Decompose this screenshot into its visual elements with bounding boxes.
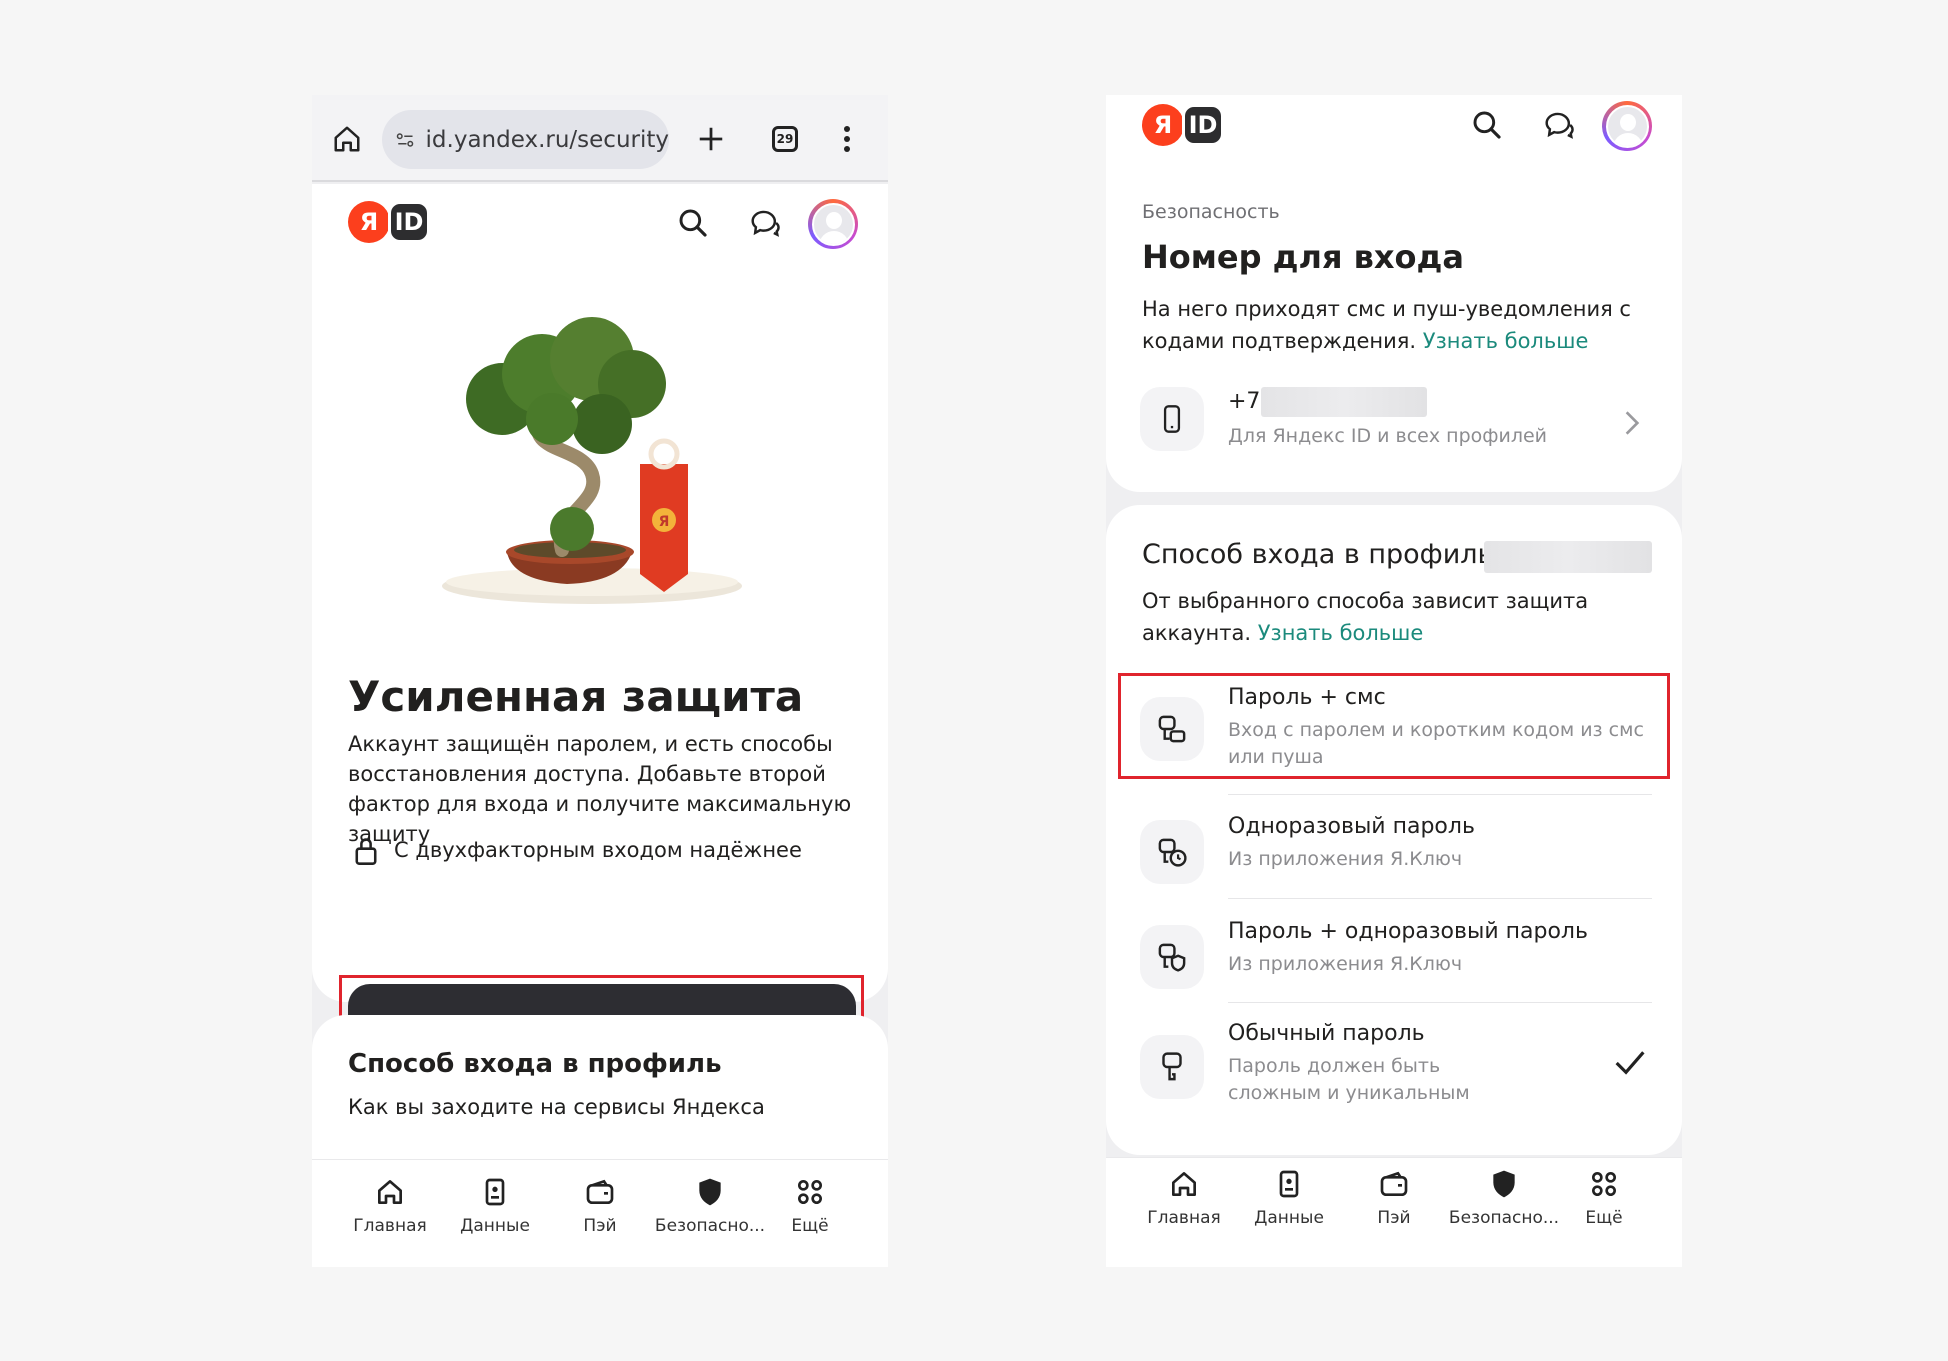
option-regular-password[interactable]: Обычный пароль Пароль должен быть сложны… xyxy=(1106,1017,1682,1117)
option-icon-tile xyxy=(1140,697,1204,761)
nav-home[interactable]: Главная xyxy=(335,1176,445,1236)
option-title: Одноразовый пароль xyxy=(1228,814,1475,839)
wallet-icon xyxy=(1380,1171,1408,1196)
shield-icon xyxy=(699,1178,721,1206)
chat-icon[interactable] xyxy=(749,208,781,238)
option-subtitle: Вход с паролем и коротким кодом из смс и… xyxy=(1228,719,1644,768)
yandex-id-logo[interactable]: Я ID xyxy=(1142,104,1224,146)
option-icon-tile xyxy=(1140,820,1204,884)
profile-name-redacted xyxy=(1484,541,1652,573)
chevron-right-icon xyxy=(1625,411,1640,435)
nav-data[interactable]: Данные xyxy=(440,1176,550,1236)
nav-security[interactable]: Безопасно... xyxy=(650,1176,770,1236)
nav-home[interactable]: Главная xyxy=(1129,1168,1239,1228)
grid-icon xyxy=(1592,1172,1616,1196)
bonsai-illustration: Я xyxy=(442,317,742,604)
divider xyxy=(1228,898,1652,899)
search-icon[interactable] xyxy=(1471,109,1503,141)
hero-card: Я ID Я Усиленная защита Аккаунт защищён … xyxy=(312,184,888,1075)
key-shield-icon xyxy=(1158,943,1186,972)
shield-icon xyxy=(1493,1170,1515,1198)
bottom-navigation: Главная Данные Пэй Безопасно... Ещё xyxy=(1106,1157,1682,1267)
wallet-icon xyxy=(586,1179,614,1204)
hero-hint: С двухфакторным входом надёжнее xyxy=(394,838,802,862)
phone-section-title: Номер для входа xyxy=(1142,238,1464,276)
browser-toolbar: id.yandex.ru/security 29 xyxy=(312,95,888,182)
yandex-id-logo[interactable]: Я ID xyxy=(348,201,430,243)
address-bar[interactable]: id.yandex.ru/security xyxy=(382,110,669,169)
grid-icon xyxy=(798,1180,822,1204)
smartphone-icon xyxy=(1163,405,1181,433)
option-icon-tile xyxy=(1140,1035,1204,1099)
id-card-icon xyxy=(1279,1170,1299,1198)
site-settings-icon[interactable] xyxy=(396,128,416,152)
hero-title: Усиленная защита xyxy=(348,672,804,721)
key-message-icon xyxy=(1158,715,1186,743)
login-method-subtitle: Как вы заходите на сервисы Яндекса xyxy=(348,1095,765,1119)
option-subtitle: Из приложения Я.Ключ xyxy=(1228,953,1463,975)
left-phone-screen: id.yandex.ru/security 29 Я ID Я Усиленна… xyxy=(312,95,888,1267)
bottom-navigation: Главная Данные Пэй Безопасно... Ещё xyxy=(312,1159,888,1267)
nav-security[interactable]: Безопасно... xyxy=(1444,1168,1564,1228)
tag-letter: Я xyxy=(659,514,670,530)
option-password-otp[interactable]: Пароль + одноразовый пароль Из приложени… xyxy=(1106,913,1682,1001)
breadcrumb[interactable]: Безопасность xyxy=(1142,201,1280,223)
option-password-sms[interactable]: Пароль + смс Вход с паролем и коротким к… xyxy=(1106,681,1682,777)
nav-pay[interactable]: Пэй xyxy=(545,1176,655,1236)
home-icon xyxy=(1172,1172,1196,1196)
nav-more[interactable]: Ещё xyxy=(1549,1168,1659,1228)
login-method-title: Способ входа в профиль xyxy=(348,1049,722,1079)
nav-more[interactable]: Ещё xyxy=(755,1176,865,1236)
url-text[interactable]: id.yandex.ru/security xyxy=(426,127,669,153)
new-tab-icon[interactable] xyxy=(696,124,726,154)
right-phone-screen: Я ID Безопасность Номер для входа На нег… xyxy=(1106,95,1682,1267)
checkmark-icon xyxy=(1615,1051,1645,1075)
login-method-card: Способ входа в профиль От выбранного спо… xyxy=(1106,505,1682,1155)
option-subtitle: Из приложения Я.Ключ xyxy=(1228,848,1463,870)
divider xyxy=(1228,1002,1652,1003)
option-subtitle: Пароль должен быть сложным и уникальным xyxy=(1228,1055,1470,1104)
more-menu-icon[interactable] xyxy=(842,124,852,154)
phone-section-description: На него приходят смс и пуш-уведомления с… xyxy=(1142,297,1631,353)
key-icon xyxy=(1162,1052,1182,1081)
key-clock-icon xyxy=(1158,838,1187,867)
nav-pay[interactable]: Пэй xyxy=(1339,1168,1449,1228)
login-method-description: От выбранного способа зависит защита акк… xyxy=(1142,589,1589,645)
phone-number-row[interactable]: +7 Для Яндекс ID и всех профилей xyxy=(1106,385,1682,465)
phone-subtitle: Для Яндекс ID и всех профилей xyxy=(1228,425,1548,447)
home-icon[interactable] xyxy=(332,124,362,154)
learn-more-link[interactable]: Узнать больше xyxy=(1258,621,1424,645)
login-method-title: Способ входа в профиль xyxy=(1142,539,1494,570)
phone-number-card: Я ID Безопасность Номер для входа На нег… xyxy=(1106,95,1682,492)
avatar[interactable] xyxy=(808,199,858,249)
phone-number-redacted xyxy=(1261,387,1427,417)
avatar[interactable] xyxy=(1602,101,1652,151)
phone-prefix: +7 xyxy=(1228,389,1261,414)
option-icon-tile xyxy=(1140,925,1204,989)
learn-more-link[interactable]: Узнать больше xyxy=(1423,329,1589,353)
nav-data[interactable]: Данные xyxy=(1234,1168,1344,1228)
option-one-time-password[interactable]: Одноразовый пароль Из приложения Я.Ключ xyxy=(1106,808,1682,896)
option-title: Обычный пароль xyxy=(1228,1021,1425,1046)
tabs-counter-button[interactable]: 29 xyxy=(772,126,798,152)
chat-icon[interactable] xyxy=(1543,110,1575,140)
divider xyxy=(1228,794,1652,795)
id-card-icon xyxy=(485,1178,505,1206)
option-title: Пароль + смс xyxy=(1228,685,1386,710)
home-icon xyxy=(378,1180,402,1204)
lock-icon xyxy=(355,838,377,865)
hero-description: Аккаунт защищён паролем, и есть способы … xyxy=(348,732,852,846)
option-title: Пароль + одноразовый пароль xyxy=(1228,919,1588,944)
phone-icon-tile xyxy=(1140,387,1204,451)
search-icon[interactable] xyxy=(677,207,709,239)
